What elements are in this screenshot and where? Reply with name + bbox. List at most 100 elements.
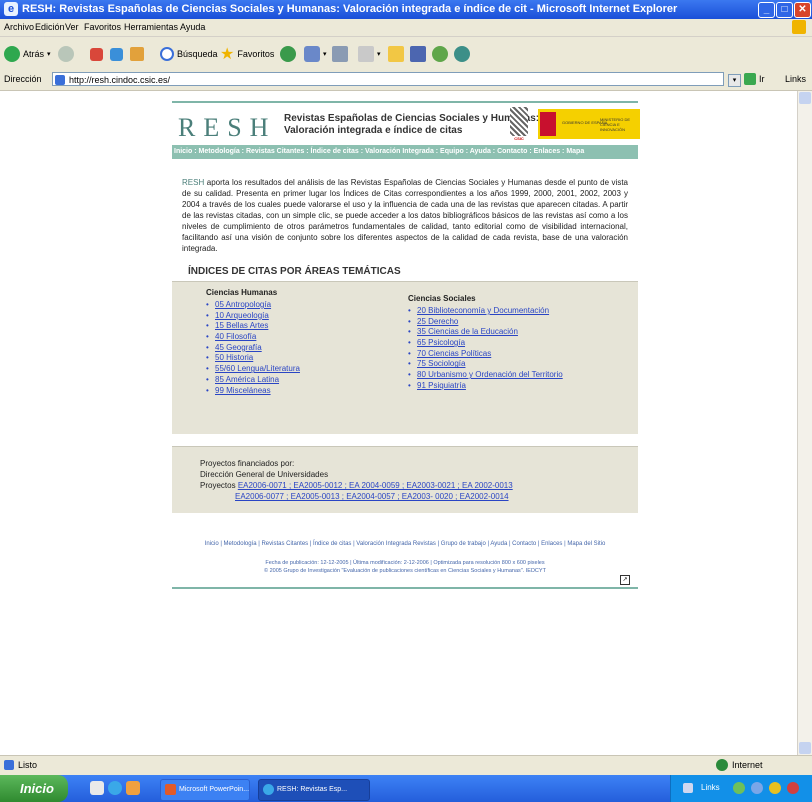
minimize-button[interactable]: _ — [758, 2, 775, 18]
quicklaunch-ie-icon[interactable] — [108, 781, 122, 795]
close-button[interactable]: ✕ — [794, 2, 811, 18]
menu-edicion[interactable]: Edición — [35, 22, 65, 32]
intro-text: aporta los resultados del análisis de la… — [182, 178, 628, 253]
folder-button[interactable] — [388, 45, 404, 63]
area-link[interactable]: 50 Historia — [206, 353, 300, 364]
humanas-title: Ciencias Humanas — [206, 288, 278, 297]
back-button[interactable]: Atrás ▾ — [4, 45, 51, 63]
print-page-icon[interactable]: ↗ — [620, 575, 630, 585]
ie-icon: e — [4, 2, 18, 16]
search-button[interactable]: Búsqueda — [160, 45, 218, 63]
bottom-divider — [172, 587, 638, 589]
mail-button[interactable]: ▾ — [304, 45, 327, 63]
scroll-up-icon[interactable] — [799, 92, 811, 104]
area-link[interactable]: 15 Bellas Artes — [206, 321, 300, 332]
vertical-scrollbar[interactable] — [797, 91, 812, 755]
history-button[interactable] — [280, 45, 296, 63]
menu-ver[interactable]: Ver — [65, 22, 79, 32]
area-link[interactable]: 45 Geografía — [206, 343, 300, 354]
area-link[interactable]: 25 Derecho — [408, 317, 563, 328]
globe-icon — [716, 759, 728, 771]
taskbar: Inicio Microsoft PowerPoin... RESH: Revi… — [0, 775, 812, 802]
tray-volume-icon[interactable] — [751, 782, 763, 794]
stop-icon — [90, 47, 103, 61]
menu-ayuda[interactable]: Ayuda — [180, 22, 205, 32]
area-link[interactable]: 80 Urbanismo y Ordenación del Territorio — [408, 370, 563, 381]
edit-button[interactable]: ▾ — [358, 45, 381, 63]
go-arrow-icon[interactable] — [744, 73, 756, 85]
intro-resh: RESH — [182, 178, 205, 187]
status-text: Listo — [18, 760, 38, 770]
tray-links[interactable]: Links — [701, 783, 720, 792]
area-link[interactable]: 70 Ciencias Políticas — [408, 349, 563, 360]
window-title: RESH: Revistas Españolas de Ciencias Soc… — [22, 3, 678, 15]
history-icon — [280, 46, 296, 62]
funding-label: Proyectos financiados por: — [200, 459, 295, 468]
favorites-label: Favoritos — [237, 49, 275, 59]
print-button[interactable] — [332, 45, 348, 63]
tray-network-icon[interactable] — [733, 782, 745, 794]
footer-links[interactable]: Inicio | Metodología | Revistas Citantes… — [172, 541, 638, 547]
scroll-down-icon[interactable] — [799, 742, 811, 754]
site-header: RESH Revistas Españolas de Ciencias Soci… — [172, 103, 640, 145]
footer-print-row: ↗ — [172, 575, 638, 587]
folder-icon — [388, 46, 404, 62]
stop-button[interactable] — [90, 45, 103, 63]
tool-icon — [454, 46, 470, 62]
menu-archivo[interactable]: Archivo — [4, 22, 34, 32]
area-link[interactable]: 55/60 Lengua/Literatura — [206, 364, 300, 375]
start-button[interactable]: Inicio — [0, 775, 68, 802]
title-bar[interactable]: e RESH: Revistas Españolas de Ciencias S… — [0, 0, 812, 19]
site-nav[interactable]: Inicio : Metodología : Revistas Citantes… — [172, 145, 638, 159]
area-link[interactable]: 85 América Latina — [206, 375, 300, 386]
go-button[interactable]: Ir — [759, 74, 765, 84]
area-link[interactable]: 35 Ciencias de la Educación — [408, 327, 563, 338]
star-icon: ★ — [220, 46, 235, 63]
tray-lang-icon[interactable] — [683, 783, 693, 793]
projects-links-2[interactable]: EA2006-0077 ; EA2005-0013 ; EA2004-0057 … — [235, 492, 509, 501]
address-dropdown-icon[interactable]: ▾ — [728, 74, 741, 87]
area-link[interactable]: 05 Antropología — [206, 300, 300, 311]
csic-logo: CSIC — [510, 107, 528, 141]
quicklaunch-desktop-icon[interactable] — [90, 781, 104, 795]
area-link[interactable]: 20 Biblioteconomía y Documentación — [408, 306, 563, 317]
extra-tool-button[interactable] — [454, 45, 470, 63]
maximize-button[interactable]: □ — [776, 2, 793, 18]
back-label: Atrás — [23, 49, 45, 59]
links-button[interactable]: Links — [785, 74, 806, 84]
menu-bar: Archivo Edición Ver Favoritos Herramient… — [0, 19, 812, 37]
favorites-button[interactable]: ★ Favoritos — [220, 45, 274, 63]
area-link[interactable]: 75 Sociología — [408, 359, 563, 370]
projects-links-1[interactable]: EA2006-0071 ; EA2005-0012 ; EA 2004-0059… — [238, 481, 513, 490]
system-tray: Links — [670, 775, 812, 802]
area-link[interactable]: 10 Arqueología — [206, 311, 300, 322]
home-icon — [130, 47, 144, 61]
ie-task-icon — [263, 784, 274, 795]
page-viewport: RESH Revistas Españolas de Ciencias Soci… — [0, 91, 797, 755]
resh-logo[interactable]: RESH — [178, 113, 276, 143]
home-button[interactable] — [130, 45, 144, 63]
area-link[interactable]: 91 Psiquiatría — [408, 381, 563, 392]
footer-dates: Fecha de publicación: 12-12-2005 | Últim… — [265, 560, 545, 566]
address-input[interactable]: http://resh.cindoc.csic.es/ — [52, 72, 724, 86]
status-page-icon — [4, 760, 14, 770]
area-link[interactable]: 40 Filosofía — [206, 332, 300, 343]
menu-herramientas[interactable]: Herramientas — [124, 22, 178, 32]
sociales-title: Ciencias Sociales — [408, 294, 476, 303]
messenger-button[interactable] — [432, 45, 448, 63]
research-button[interactable] — [410, 45, 426, 63]
menu-favoritos[interactable]: Favoritos — [84, 22, 121, 32]
task-resh[interactable]: RESH: Revistas Esp... — [258, 779, 370, 801]
site-title: Revistas Españolas de Ciencias Sociales … — [284, 113, 539, 137]
area-link[interactable]: 99 Misceláneas — [206, 386, 300, 397]
forward-button[interactable] — [58, 45, 74, 63]
quicklaunch-media-icon[interactable] — [126, 781, 140, 795]
tray-security-icon[interactable] — [787, 782, 799, 794]
projects-label: Proyectos — [200, 481, 236, 490]
search-icon — [160, 47, 174, 61]
resh-page: RESH Revistas Españolas de Ciencias Soci… — [172, 101, 640, 589]
area-link[interactable]: 65 Psicología — [408, 338, 563, 349]
tray-messenger-icon[interactable] — [769, 782, 781, 794]
refresh-button[interactable] — [110, 45, 123, 63]
book-icon — [410, 46, 426, 62]
